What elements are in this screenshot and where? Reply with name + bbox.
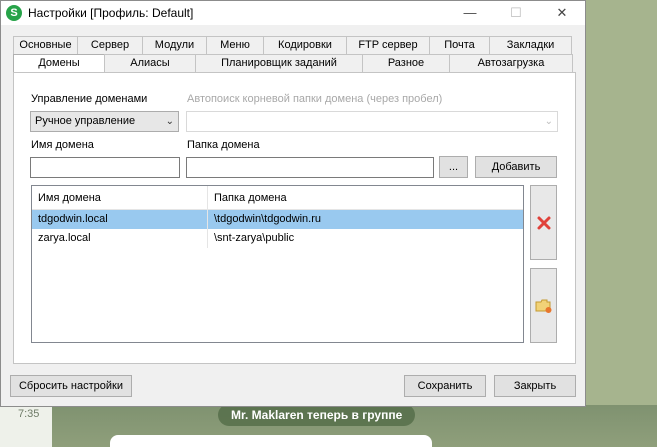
close-window-button[interactable]: ✕ xyxy=(539,1,585,25)
row-domain-folder: \snt-zarya\public xyxy=(214,232,295,244)
chat-service-notification: Mr. Maklaren теперь в группе xyxy=(218,404,416,426)
table-row[interactable]: zarya.local \snt-zarya\public xyxy=(32,229,523,248)
title-bar[interactable]: S Настройки [Профиль: Default] — ☐ ✕ xyxy=(1,1,585,25)
tab-row-bottom: Домены Алиасы Планировщик заданий Разное… xyxy=(13,54,573,74)
table-header: Имя домена Папка домена xyxy=(32,186,523,210)
tab-kodirovki[interactable]: Кодировки xyxy=(263,36,347,55)
tab-aliasy[interactable]: Алиасы xyxy=(104,54,196,73)
app-logo-icon: S xyxy=(6,5,22,21)
tab-server[interactable]: Сервер xyxy=(77,36,143,55)
domain-management-label: Управление доменами xyxy=(31,93,148,105)
domain-name-input[interactable] xyxy=(30,157,180,178)
maximize-button[interactable]: ☐ xyxy=(493,1,539,25)
window-title: Настройки [Профиль: Default] xyxy=(28,6,194,20)
add-domain-button[interactable]: Добавить xyxy=(475,156,557,178)
domain-management-value: Ручное управление xyxy=(35,115,136,127)
tab-raznoe[interactable]: Разное xyxy=(362,54,450,73)
table-row[interactable]: tdgodwin.local \tdgodwin\tdgodwin.ru xyxy=(32,210,523,229)
browse-button[interactable]: ... xyxy=(439,156,468,178)
chevron-down-icon: ⌄ xyxy=(544,116,553,127)
row-domain-name: tdgodwin.local xyxy=(32,210,208,229)
tab-zakladki[interactable]: Закладки xyxy=(489,36,572,55)
tab-osnovnye[interactable]: Основные xyxy=(13,36,78,55)
background-chat-area xyxy=(586,0,657,447)
row-domain-folder: \tdgodwin\tdgodwin.ru xyxy=(214,213,322,225)
tab-pochta[interactable]: Почта xyxy=(429,36,490,55)
column-header-domain-folder[interactable]: Папка домена xyxy=(208,186,523,210)
chevron-down-icon: ⌄ xyxy=(165,116,174,127)
domains-table[interactable]: Имя домена Папка домена tdgodwin.local \… xyxy=(31,185,524,343)
domain-name-label: Имя домена xyxy=(31,139,94,151)
save-button[interactable]: Сохранить xyxy=(404,375,486,397)
add-folder-button[interactable] xyxy=(530,268,557,343)
tab-ftp-server[interactable]: FTP сервер xyxy=(346,36,430,55)
autosearch-label: Автопоиск корневой папки домена (через п… xyxy=(187,93,443,105)
chat-message-bubble xyxy=(110,435,432,447)
domain-management-select[interactable]: Ручное управление ⌄ xyxy=(30,111,179,132)
settings-window: S Настройки [Профиль: Default] — ☐ ✕ Осн… xyxy=(0,0,586,407)
tab-planirovshchik[interactable]: Планировщик заданий xyxy=(195,54,363,73)
tab-avtozagruzka[interactable]: Автозагрузка xyxy=(449,54,573,73)
tab-row-top: Основные Сервер Модули Меню Кодировки FT… xyxy=(13,36,572,55)
row-domain-name: zarya.local xyxy=(32,229,208,248)
delete-domain-button[interactable] xyxy=(530,185,557,260)
column-header-domain-name[interactable]: Имя домена xyxy=(32,186,208,210)
minimize-button[interactable]: — xyxy=(447,1,493,25)
red-x-icon xyxy=(537,216,550,230)
reset-settings-button[interactable]: Сбросить настройки xyxy=(10,375,132,397)
domain-folder-input[interactable] xyxy=(186,157,434,178)
folder-add-icon xyxy=(535,299,551,313)
tab-domeny[interactable]: Домены xyxy=(13,54,105,74)
domain-folder-label: Папка домена xyxy=(187,139,260,151)
tab-menu[interactable]: Меню xyxy=(206,36,264,55)
chat-message-time: 7:35 xyxy=(18,408,40,420)
close-button[interactable]: Закрыть xyxy=(494,375,576,397)
tab-moduli[interactable]: Модули xyxy=(142,36,207,55)
autosearch-input[interactable]: ⌄ xyxy=(186,111,558,132)
